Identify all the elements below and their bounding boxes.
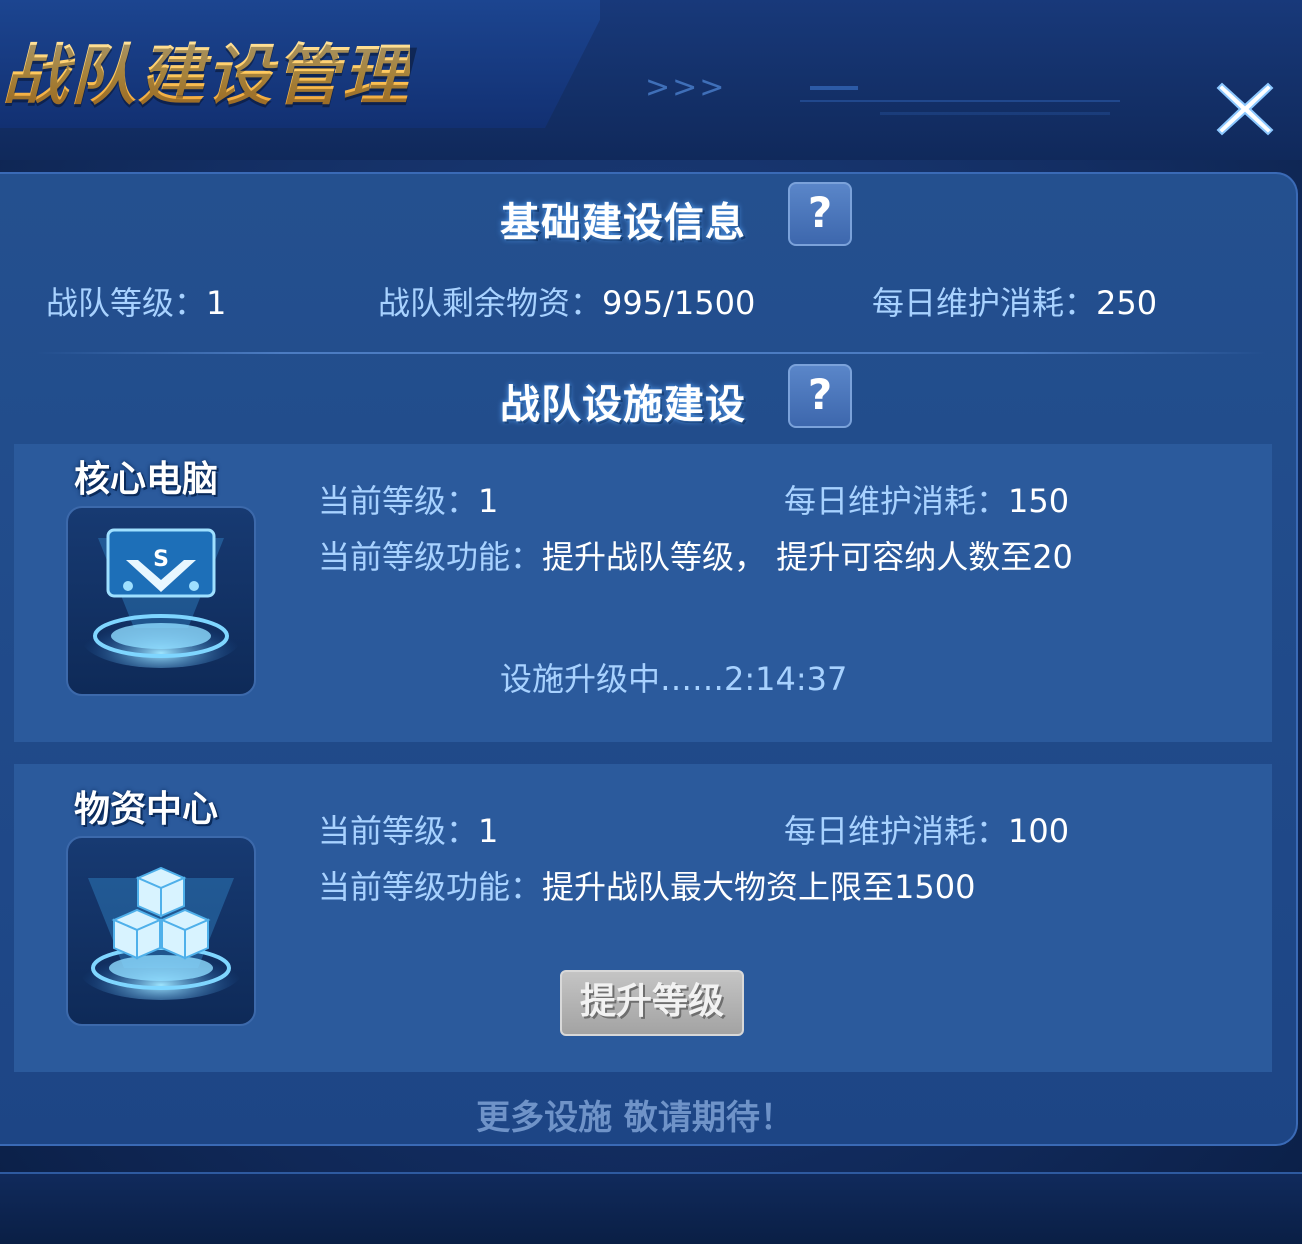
upkeep-value: 150 xyxy=(1008,482,1070,520)
remaining-supplies: 战队剩余物资：995/1500 xyxy=(378,278,755,324)
basic-info-title: 基础建设信息 xyxy=(500,200,746,246)
core-upkeep: 每日维护消耗：150 xyxy=(784,476,1069,522)
decoration-line xyxy=(880,112,1110,115)
window-title: 战队建设管理 xyxy=(2,22,410,118)
facility-section-title: 战队设施建设 xyxy=(500,382,746,428)
function-label: 当前等级功能： xyxy=(318,538,543,576)
facility-name: 核心电脑 xyxy=(74,459,219,500)
decoration-line xyxy=(810,86,858,90)
svg-text:S: S xyxy=(153,547,169,572)
core-level: 当前等级：1 xyxy=(318,476,498,522)
level-value: 1 xyxy=(478,812,499,850)
upgrade-level-button[interactable]: 提升等级 xyxy=(560,970,744,1036)
decoration-line xyxy=(800,100,1120,102)
facility-card-supply-center: 物资中心 当前等级：1 每日维护消耗：100 当前等级功能：提升战队最大物资上限… xyxy=(14,764,1272,1072)
close-icon xyxy=(1216,82,1274,136)
level-value: 1 xyxy=(478,482,499,520)
basic-info-help-button[interactable]: ? xyxy=(788,182,852,246)
daily-upkeep: 每日维护消耗：250 xyxy=(872,278,1157,324)
supply-center-icon xyxy=(66,836,256,1026)
upgrade-status: 设施升级中……2:14:37 xyxy=(500,660,848,698)
facility-help-button[interactable]: ? xyxy=(788,364,852,428)
function-label: 当前等级功能： xyxy=(318,868,543,906)
close-button[interactable] xyxy=(1210,74,1280,144)
supply-function: 当前等级功能：提升战队最大物资上限至1500 xyxy=(318,862,975,908)
upkeep-label: 每日维护消耗： xyxy=(784,812,1009,850)
remaining-supplies-label: 战队剩余物资： xyxy=(378,284,603,322)
daily-upkeep-label: 每日维护消耗： xyxy=(872,284,1097,322)
core-computer-icon: S xyxy=(66,506,256,696)
team-level: 战队等级：1 xyxy=(46,278,226,324)
team-level-label: 战队等级： xyxy=(46,284,207,322)
daily-upkeep-value: 250 xyxy=(1096,284,1158,322)
upkeep-label: 每日维护消耗： xyxy=(784,482,1009,520)
facility-card-core-computer: 核心电脑 S 当前等级：1 每日维护消耗：150 当前等级功能：提升战队等级， … xyxy=(14,444,1272,742)
function-value: 提升战队等级， 提升可容纳人数至20 xyxy=(542,538,1073,576)
function-value: 提升战队最大物资上限至1500 xyxy=(542,868,976,906)
remaining-supplies-value: 995/1500 xyxy=(602,284,756,322)
facility-name: 物资中心 xyxy=(74,789,219,830)
team-level-value: 1 xyxy=(206,284,227,322)
upkeep-value: 100 xyxy=(1008,812,1070,850)
bottom-band xyxy=(0,1172,1302,1244)
supply-upkeep: 每日维护消耗：100 xyxy=(784,806,1069,852)
more-facilities-text: 更多设施 敬请期待！ xyxy=(476,1098,794,1138)
section-divider xyxy=(36,352,1266,354)
supply-level: 当前等级：1 xyxy=(318,806,498,852)
level-label: 当前等级： xyxy=(318,812,479,850)
arrows-decoration: >>> xyxy=(645,70,727,105)
level-label: 当前等级： xyxy=(318,482,479,520)
core-function: 当前等级功能：提升战队等级， 提升可容纳人数至20 xyxy=(318,532,1073,578)
